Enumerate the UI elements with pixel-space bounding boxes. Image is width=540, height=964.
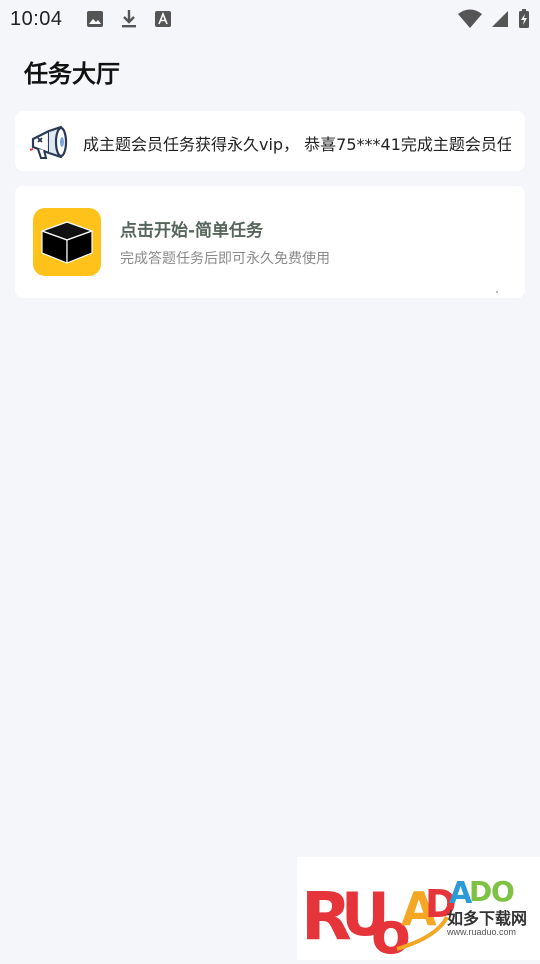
svg-text:O: O <box>491 875 515 908</box>
status-bar: 10:04 <box>0 0 540 38</box>
black-box-icon <box>33 208 101 276</box>
status-time: 10:04 <box>10 7 63 30</box>
notification-icons <box>85 9 173 29</box>
battery-charging-icon <box>518 9 530 29</box>
watermark-cn-text: 如多下载网 <box>447 909 528 928</box>
cell-signal-icon <box>490 9 510 29</box>
font-a-icon <box>153 9 173 29</box>
svg-text:D: D <box>469 875 492 908</box>
download-icon <box>119 9 139 29</box>
watermark-url: www.ruaduo.com <box>447 927 517 937</box>
card-dot <box>496 291 498 293</box>
megaphone-icon <box>29 123 71 163</box>
task-card[interactable]: 点击开始-简单任务 完成答题任务后即可永久免费使用 <box>15 186 525 298</box>
wifi-icon <box>458 9 482 29</box>
task-description: 完成答题任务后即可永久免费使用 <box>120 251 330 267</box>
notice-text: 成主题会员任务获得永久vip， 恭喜75***41完成主题会员任务 <box>83 135 511 154</box>
notice-banner[interactable]: 成主题会员任务获得永久vip， 恭喜75***41完成主题会员任务 <box>15 111 525 171</box>
watermark-logo: R U o A D A D O 如多下载网 www.ruaduo.com <box>297 857 540 964</box>
task-title: 点击开始-简单任务 <box>120 221 264 241</box>
image-icon <box>85 9 105 29</box>
page-title: 任务大厅 <box>24 60 120 88</box>
system-icons <box>458 9 530 29</box>
notice-marquee: 成主题会员任务获得永久vip， 恭喜75***41完成主题会员任务 <box>83 111 511 171</box>
